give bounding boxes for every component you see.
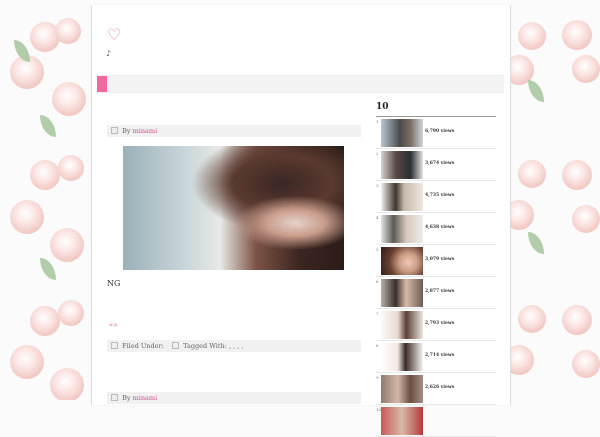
- rank-number: 8: [376, 343, 379, 348]
- ranking-thumbnail[interactable]: [381, 279, 423, 307]
- ranking-thumbnail[interactable]: [381, 343, 423, 371]
- read-more-link[interactable]: «»: [109, 321, 118, 329]
- site-logo[interactable]: ♡: [107, 25, 121, 44]
- view-count: 6,790 views: [425, 129, 455, 134]
- sidebar-title: 10: [376, 102, 389, 112]
- view-count: 2,877 views: [425, 289, 455, 294]
- ranking-item[interactable]: 3 4,735 views: [376, 181, 496, 213]
- ranking-item[interactable]: 6 2,877 views: [376, 277, 496, 309]
- nav-bar[interactable]: [97, 75, 504, 93]
- ranking-item[interactable]: 5 3,079 views: [376, 245, 496, 277]
- ranking-thumbnail[interactable]: [381, 183, 423, 211]
- folder-icon: [111, 342, 118, 349]
- tagged-with-label: Tagged With: , , , ,: [183, 342, 244, 350]
- ranking-thumbnail[interactable]: [381, 311, 423, 339]
- rank-number: 5: [376, 247, 379, 252]
- view-count: 4,638 views: [425, 225, 455, 230]
- post-meta: By minami: [107, 125, 361, 137]
- view-count: 2,793 views: [425, 321, 455, 326]
- view-count: 2,626 views: [425, 385, 455, 390]
- view-count: 3,674 views: [425, 161, 455, 166]
- post-footer-meta: Filed Under: Tagged With: , , , ,: [107, 340, 361, 352]
- ranking-thumbnail[interactable]: [381, 215, 423, 243]
- ranking-item[interactable]: 2 3,674 views: [376, 149, 496, 181]
- rank-number: 2: [376, 151, 379, 156]
- post-meta: By minami: [107, 392, 361, 404]
- post-excerpt: NG: [107, 279, 121, 288]
- sidebar-ranking: 10 1 6,790 views 2 3,674 views 3 4,735 v…: [376, 102, 496, 437]
- ranking-item[interactable]: 1 6,790 views: [376, 117, 496, 149]
- ranking-item[interactable]: 4 4,638 views: [376, 213, 496, 245]
- floral-background-right: [500, 0, 600, 400]
- rank-number: 6: [376, 279, 379, 284]
- meta-prefix: By: [122, 127, 131, 135]
- ranking-thumbnail[interactable]: [381, 375, 423, 403]
- ranking-item[interactable]: 10: [376, 405, 496, 437]
- view-count: 4,735 views: [425, 193, 455, 198]
- featured-image[interactable]: [123, 146, 344, 270]
- post: By minami: [107, 392, 361, 404]
- post: By minami NG «» Filed Under: Tagged With…: [107, 125, 361, 352]
- rank-number: 4: [376, 215, 379, 220]
- site-tagline: ♪: [106, 49, 112, 58]
- view-count: 2,714 views: [425, 353, 455, 358]
- ranking-thumbnail[interactable]: [381, 151, 423, 179]
- author-link[interactable]: minami: [133, 127, 158, 135]
- ranking-thumbnail[interactable]: [381, 119, 423, 147]
- filed-under-label: Filed Under:: [122, 342, 164, 350]
- rank-number: 9: [376, 375, 379, 380]
- tag-icon: [172, 342, 180, 349]
- page-container: ♡ ♪ By minami NG «» Filed Under: Tagged …: [91, 5, 511, 437]
- author-link[interactable]: minami: [133, 394, 158, 402]
- rank-number: 1: [376, 119, 379, 124]
- ranking-item[interactable]: 9 2,626 views: [376, 373, 496, 405]
- ranking-item[interactable]: 8 2,714 views: [376, 341, 496, 373]
- ranking-thumbnail[interactable]: [381, 407, 423, 435]
- ranking-item[interactable]: 7 2,793 views: [376, 309, 496, 341]
- author-icon: [111, 127, 118, 134]
- view-count: 3,079 views: [425, 257, 455, 262]
- ranking-thumbnail[interactable]: [381, 247, 423, 275]
- nav-accent: [97, 76, 107, 92]
- rank-number: 7: [376, 311, 379, 316]
- floral-background-left: [0, 0, 100, 400]
- rank-number: 3: [376, 183, 379, 188]
- meta-prefix: By: [122, 394, 131, 402]
